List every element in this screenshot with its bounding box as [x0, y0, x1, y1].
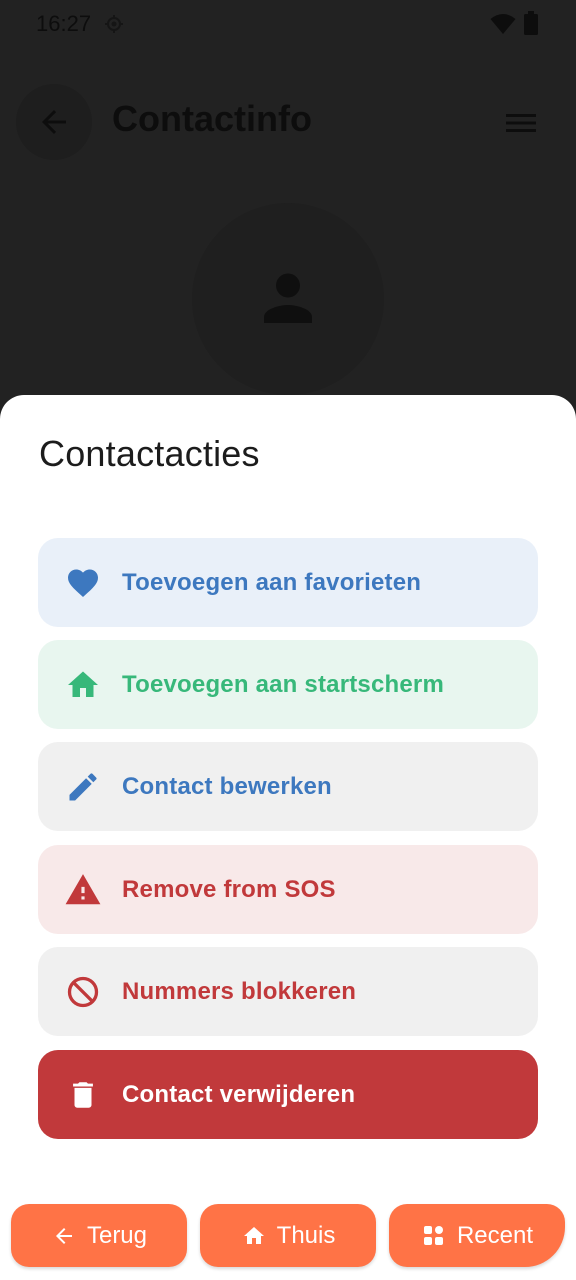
add-to-homescreen-button[interactable]: Toevoegen aan startscherm: [38, 640, 538, 729]
action-label: Toevoegen aan startscherm: [122, 671, 445, 698]
block-numbers-button[interactable]: Nummers blokkeren: [38, 947, 538, 1036]
nav-recent-label: Recent: [456, 1221, 534, 1249]
arrow-left-icon: [42, 110, 66, 134]
menu-button[interactable]: [500, 106, 542, 140]
pencil-icon: [69, 773, 97, 801]
status-bar: 16:27: [0, 0, 576, 50]
location-icon: [105, 15, 123, 33]
contact-actions-sheet: Contactacties Toevoegen aan favorieten T…: [0, 395, 576, 1280]
warning-icon: [65, 874, 101, 905]
add-to-favorites-button[interactable]: Toevoegen aan favorieten: [38, 538, 538, 627]
block-icon: [67, 976, 99, 1008]
action-label: Contact verwijderen: [122, 1081, 356, 1108]
page-title: Contactinfo: [112, 98, 312, 139]
status-time: 16:27: [36, 11, 92, 36]
apps-grid-icon: [423, 1225, 443, 1245]
nav-back-label: Terug: [86, 1221, 148, 1249]
nav-home-button[interactable]: Thuis: [200, 1204, 376, 1267]
action-label: Remove from SOS: [122, 876, 336, 903]
delete-contact-button[interactable]: Contact verwijderen: [38, 1050, 538, 1139]
action-label: Nummers blokkeren: [122, 978, 357, 1005]
person-icon: [264, 273, 312, 323]
action-label: Contact bewerken: [122, 773, 332, 800]
home-icon: [68, 671, 98, 697]
app-bar: Contactinfo: [0, 84, 576, 160]
sheet-title: Contactacties: [39, 433, 260, 474]
arrow-left-icon: [55, 1227, 72, 1244]
menu-icon: [506, 114, 536, 132]
edit-contact-button[interactable]: Contact bewerken: [38, 742, 538, 831]
nav-home-label: Thuis: [276, 1221, 336, 1249]
back-button[interactable]: [16, 84, 92, 160]
home-icon: [243, 1226, 264, 1244]
nav-back-button[interactable]: Terug: [11, 1204, 187, 1267]
wifi-icon: [490, 14, 516, 34]
action-label: Toevoegen aan favorieten: [122, 569, 422, 596]
nav-recent-button[interactable]: Recent: [389, 1204, 565, 1267]
remove-from-sos-button[interactable]: Remove from SOS: [38, 845, 538, 934]
avatar: [192, 203, 384, 395]
battery-icon: [524, 11, 538, 35]
heart-icon: [68, 569, 98, 598]
trash-icon: [73, 1082, 93, 1108]
